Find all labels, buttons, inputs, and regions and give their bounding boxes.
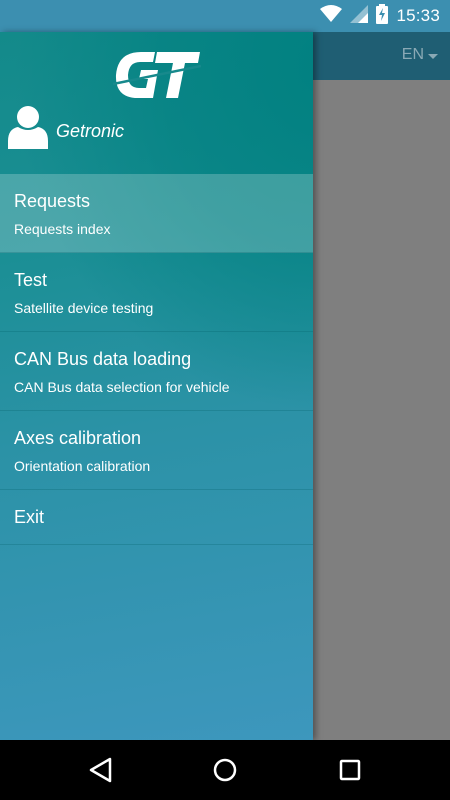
status-time: 15:33 <box>396 6 440 25</box>
caret-down-icon <box>428 53 438 59</box>
menu-item-requests[interactable]: Requests Requests index <box>0 174 313 253</box>
recents-icon[interactable] <box>335 755 365 785</box>
menu-item-title: Requests <box>14 191 91 211</box>
drawer-menu: Requests Requests index Test Satellite d… <box>0 174 313 545</box>
menu-item-can-bus[interactable]: CAN Bus data loading CAN Bus data select… <box>0 332 313 411</box>
menu-item-axes-calibration[interactable]: Axes calibration Orientation calibration <box>0 411 313 490</box>
brand-logo <box>113 52 201 98</box>
menu-item-subtitle: Orientation calibration <box>14 458 151 474</box>
menu-item-subtitle: CAN Bus data selection for vehicle <box>14 379 230 395</box>
menu-item-title: CAN Bus data loading <box>14 349 192 369</box>
menu-item-test[interactable]: Test Satellite device testing <box>0 253 313 332</box>
wifi-icon <box>320 4 343 28</box>
content-scrim[interactable] <box>313 80 450 740</box>
menu-item-title: Test <box>14 270 48 290</box>
app-header: EN <box>313 32 450 80</box>
signal-icon <box>350 4 369 28</box>
home-icon[interactable] <box>210 755 240 785</box>
back-icon[interactable] <box>86 755 116 785</box>
navigation-bar <box>0 740 450 800</box>
status-icons: 15:33 <box>320 0 440 32</box>
user-row: Getronic <box>8 105 124 149</box>
status-bar: 15:33 <box>0 0 450 32</box>
menu-item-exit[interactable]: Exit <box>0 490 313 545</box>
drawer-header: Getronic <box>0 32 313 174</box>
menu-item-subtitle: Satellite device testing <box>14 300 154 316</box>
menu-item-subtitle: Requests index <box>14 221 111 237</box>
language-label: EN <box>401 46 424 63</box>
menu-item-title: Exit <box>14 507 45 527</box>
menu-item-title: Axes calibration <box>14 428 142 448</box>
user-avatar-icon <box>8 106 48 149</box>
user-name: Getronic <box>56 120 125 141</box>
language-selector[interactable]: EN <box>402 46 438 64</box>
battery-charging-icon <box>376 3 389 29</box>
navigation-drawer: Getronic Requests Requests index Test Sa… <box>0 32 313 740</box>
